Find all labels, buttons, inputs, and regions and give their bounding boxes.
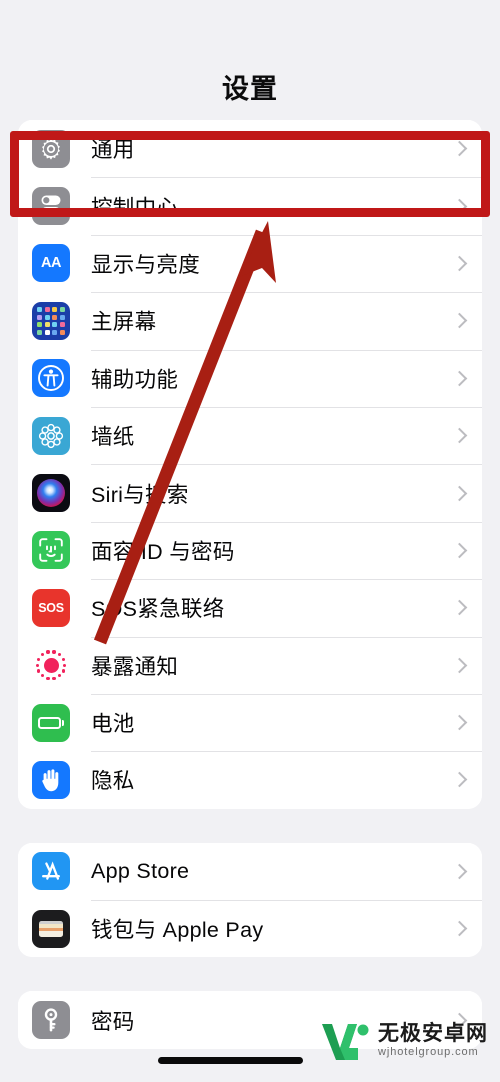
chevron-right-icon	[451, 255, 468, 272]
chevron-right-icon	[451, 657, 468, 673]
exposure-notification-icon	[32, 646, 70, 685]
iphone-settings-screen: 设置 通用控制中心 AA 显示与亮度主屏幕辅助功能墙纸 Siri与搜索面容 ID 与密…	[0, 0, 500, 1082]
privacy-hand-icon	[32, 760, 70, 799]
settings-row-label: App Store	[91, 858, 190, 883]
watermark: 无极安卓网 wjhotelgroup.com	[310, 1000, 500, 1082]
settings-row-label: 主屏幕	[91, 310, 157, 335]
chevron-right-icon	[451, 920, 468, 937]
battery-icon	[32, 703, 70, 742]
emergency-sos-icon: SOS	[32, 588, 70, 627]
settings-row-label: Siri与搜索	[91, 482, 189, 507]
accessibility-icon	[32, 359, 70, 398]
settings-row-label: 电池	[91, 712, 135, 737]
siri-icon	[32, 474, 70, 513]
settings-row[interactable]: 面容 ID 与密码	[18, 521, 482, 580]
chevron-right-icon	[451, 542, 468, 559]
settings-row-label: 暴露通知	[91, 654, 179, 679]
chevron-right-icon	[451, 370, 468, 387]
settings-row-label: 显示与亮度	[91, 252, 201, 277]
settings-row[interactable]: 通用	[18, 120, 482, 178]
gear-icon	[32, 129, 70, 168]
settings-row-label: 钱包与 Apple Pay	[91, 918, 264, 943]
settings-row[interactable]: 控制中心	[18, 177, 482, 235]
chevron-right-icon	[451, 485, 468, 501]
display-brightness-icon: AA	[32, 244, 70, 283]
face-id-icon	[32, 531, 70, 570]
wallpaper-icon	[32, 416, 70, 455]
settings-row[interactable]: SOS SOS紧急联络	[18, 579, 482, 637]
group-separator	[0, 957, 500, 991]
chevron-right-icon	[451, 198, 468, 214]
navigation-bar: 设置	[0, 0, 500, 120]
settings-row-label: 墙纸	[91, 425, 135, 450]
settings-list: 通用控制中心 AA 显示与亮度主屏幕辅助功能墙纸 Siri与搜索面容 ID 与密码 SO…	[0, 120, 500, 1049]
settings-row[interactable]: AA 显示与亮度	[18, 234, 482, 293]
chevron-right-icon	[451, 863, 468, 880]
chevron-right-icon	[451, 772, 468, 788]
settings-row-label: 隐私	[91, 769, 135, 794]
password-key-icon	[32, 1001, 70, 1040]
home-screen-icon	[32, 301, 70, 340]
main-settings-group: 通用控制中心 AA 显示与亮度主屏幕辅助功能墙纸 Siri与搜索面容 ID 与密码 SO…	[18, 120, 482, 809]
chevron-right-icon	[451, 600, 468, 616]
wallet-icon	[32, 909, 70, 948]
settings-row[interactable]: 辅助功能	[18, 349, 482, 407]
settings-row-label: 控制中心	[91, 195, 179, 220]
settings-row-label: 通用	[91, 138, 135, 163]
settings-row[interactable]: Siri与搜索	[18, 464, 482, 522]
chevron-right-icon	[451, 313, 468, 329]
chevron-right-icon	[451, 140, 468, 157]
watermark-brand: 无极安卓网	[378, 1021, 488, 1045]
store-group: App Store 钱包与 Apple Pay	[18, 842, 482, 958]
settings-row[interactable]: 隐私	[18, 751, 482, 809]
watermark-logo-icon	[318, 1018, 370, 1064]
settings-row[interactable]: 钱包与 Apple Pay	[18, 900, 482, 958]
home-indicator	[158, 1057, 303, 1064]
settings-row[interactable]: 主屏幕	[18, 292, 482, 350]
settings-row[interactable]: 墙纸	[18, 406, 482, 465]
chevron-right-icon	[451, 427, 468, 444]
control-center-icon	[32, 187, 70, 226]
watermark-url: wjhotelgroup.com	[378, 1045, 479, 1058]
app-store-icon	[32, 852, 70, 891]
group-separator	[0, 809, 500, 843]
settings-row[interactable]: 电池	[18, 693, 482, 752]
settings-row-label: 辅助功能	[91, 367, 179, 392]
settings-row-label: SOS紧急联络	[91, 597, 225, 622]
chevron-right-icon	[451, 714, 468, 731]
settings-row-label: 密码	[91, 1009, 135, 1034]
settings-row[interactable]: App Store	[18, 842, 482, 901]
page-title: 设置	[222, 74, 278, 104]
settings-row-label: 面容 ID 与密码	[91, 539, 235, 564]
settings-row[interactable]: 暴露通知	[18, 636, 482, 694]
